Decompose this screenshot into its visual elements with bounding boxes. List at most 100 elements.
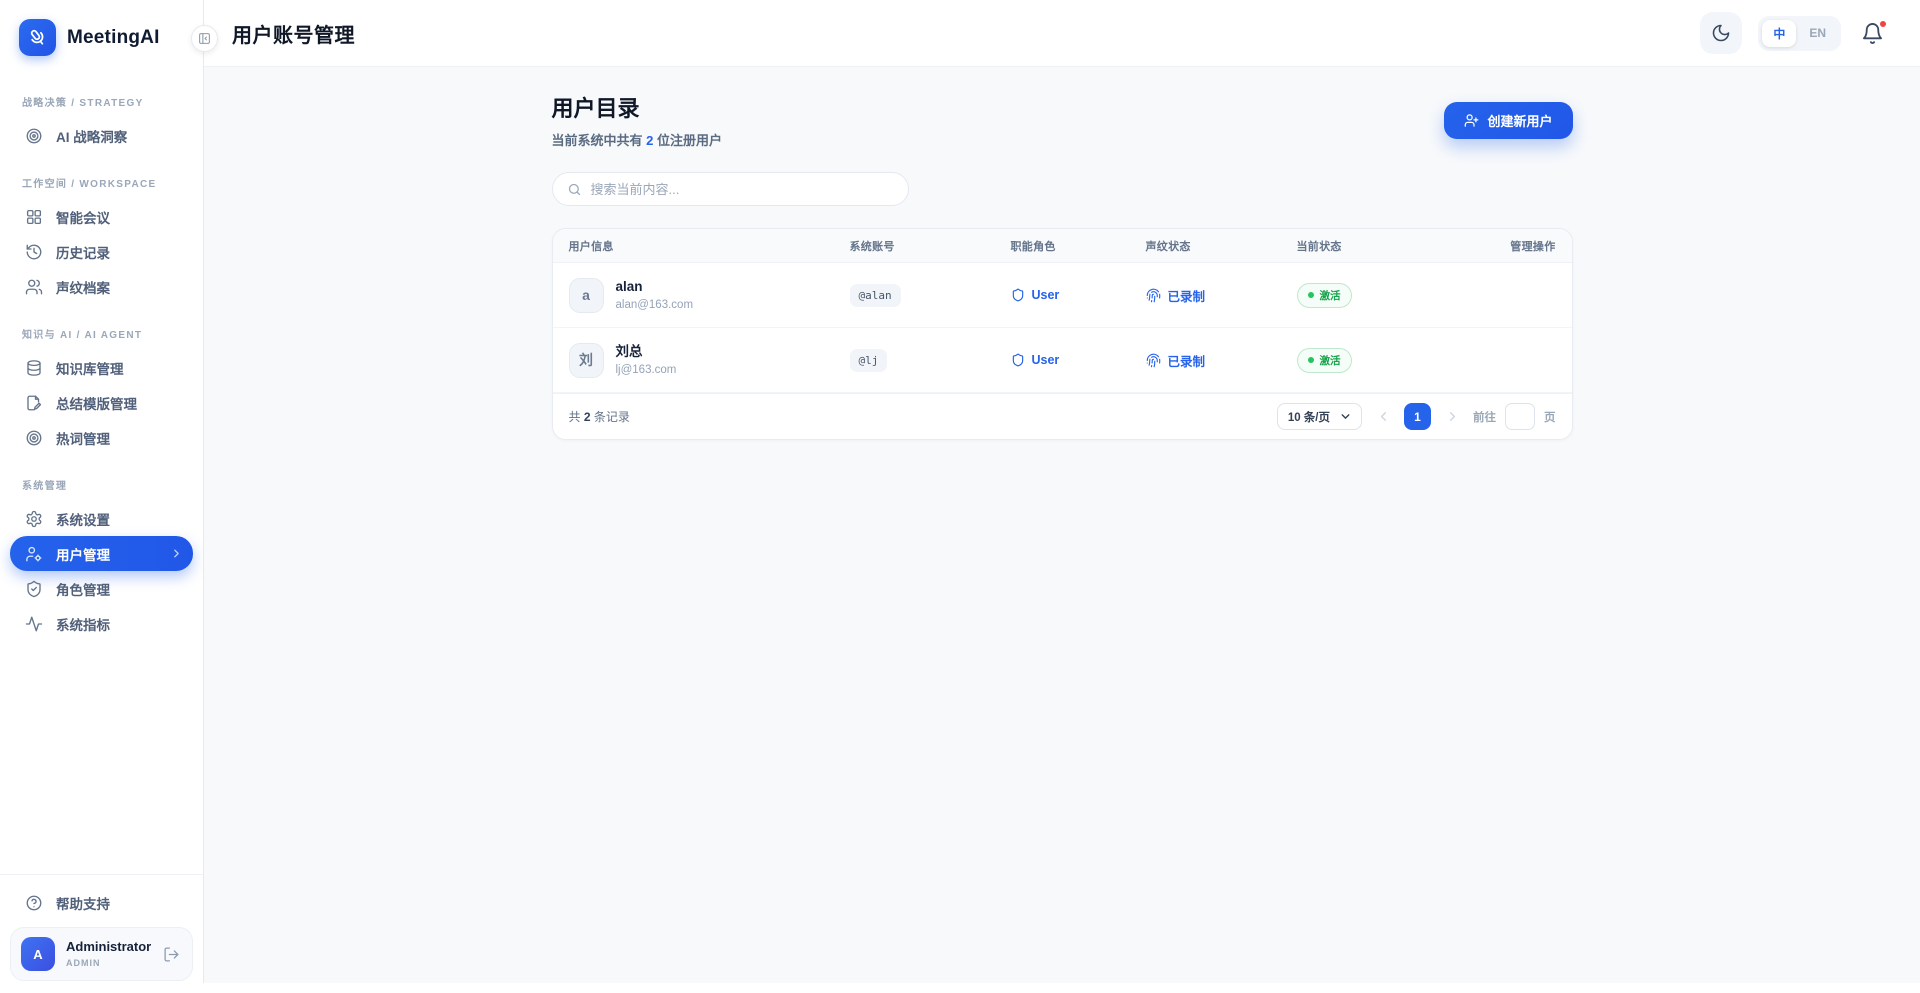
horizontal-scrollbar-track[interactable]	[0, 983, 1920, 993]
total-count: 2	[584, 410, 591, 424]
sidebar-item-ai-strategy[interactable]: AI 战略洞察	[10, 118, 193, 153]
sidebar-item-hotwords[interactable]: 热词管理	[10, 420, 193, 455]
sidebar-item-label: 总结模版管理	[56, 393, 137, 413]
sidebar-item-label: 热词管理	[56, 428, 110, 448]
sidebar-item-smart-meeting[interactable]: 智能会议	[10, 199, 193, 234]
sidebar-item-summary-template[interactable]: 总结模版管理	[10, 385, 193, 420]
table-row[interactable]: 刘 刘总 lj@163.com @lj User	[553, 328, 1572, 393]
page-number-button[interactable]: 1	[1404, 403, 1431, 430]
table-footer: 共 2 条记录 10 条/页 1 前往 页	[553, 393, 1572, 439]
page-title: 用户账号管理	[232, 19, 355, 48]
app-name: MeetingAI	[67, 27, 160, 49]
user-info-cell: a alan alan@163.com	[553, 278, 834, 313]
language-option-en[interactable]: EN	[1798, 21, 1837, 45]
role-cell: User	[995, 288, 1130, 302]
panel-collapse-icon	[198, 32, 211, 45]
app-logo: MeetingAI	[0, 0, 203, 70]
column-header-account: 系统账号	[834, 238, 995, 254]
directory-header: 用户目录 当前系统中共有 2 位注册用户 创建新用户	[552, 91, 1573, 149]
directory-title-block: 用户目录 当前系统中共有 2 位注册用户	[552, 91, 723, 149]
status-cell: 激活	[1281, 283, 1481, 308]
user-name: 刘总	[616, 344, 677, 360]
role-cell: User	[995, 353, 1130, 367]
voice-status-cell: 已录制	[1130, 286, 1281, 305]
search-input[interactable]	[591, 182, 894, 197]
nav-section-strategy: 战略决策 / STRATEGY AI 战略洞察	[10, 94, 193, 153]
goto-page-label: 前往	[1473, 409, 1496, 425]
content-area: 用户目录 当前系统中共有 2 位注册用户 创建新用户	[204, 67, 1920, 993]
sidebar-item-system-metrics[interactable]: 系统指标	[10, 606, 193, 641]
user-name-block: alan alan@163.com	[616, 279, 694, 310]
section-label: 系统管理	[10, 477, 193, 501]
sidebar-item-system-settings[interactable]: 系统设置	[10, 501, 193, 536]
shield-icon	[1011, 288, 1025, 302]
account-cell: @alan	[834, 284, 995, 307]
create-user-button[interactable]: 创建新用户	[1444, 102, 1572, 139]
column-header-role: 职能角色	[995, 238, 1130, 254]
help-support-link[interactable]: 帮助支持	[10, 889, 193, 927]
sidebar-item-role-management[interactable]: 角色管理	[10, 571, 193, 606]
status-label: 激活	[1320, 288, 1341, 303]
chevron-down-icon	[1339, 410, 1352, 423]
account-cell: @lj	[834, 349, 995, 372]
directory-subtitle: 当前系统中共有 2 位注册用户	[552, 130, 723, 149]
subtitle-suffix: 位注册用户	[657, 133, 722, 148]
chevron-right-icon	[170, 547, 183, 560]
next-page-button[interactable]	[1440, 405, 1464, 429]
status-badge: 激活	[1297, 348, 1352, 373]
section-label: 战略决策 / STRATEGY	[10, 94, 193, 118]
fingerprint-icon	[1146, 288, 1161, 303]
sidebar-item-user-management[interactable]: 用户管理	[10, 536, 193, 571]
sidebar-collapse-button[interactable]	[191, 25, 218, 52]
column-header-current-status: 当前状态	[1281, 238, 1481, 254]
column-header-actions: 管理操作	[1481, 238, 1572, 254]
history-icon	[25, 243, 43, 261]
role-label: User	[1032, 288, 1060, 302]
sidebar-item-history[interactable]: 历史记录	[10, 234, 193, 269]
main-area: 用户账号管理 中 EN 用户目录 当前系统中共有 2	[204, 0, 1920, 993]
table-row[interactable]: a alan alan@163.com @alan User	[553, 263, 1572, 328]
sidebar-item-label: 声纹档案	[56, 277, 110, 297]
sidebar-item-voiceprint-archive[interactable]: 声纹档案	[10, 269, 193, 304]
avatar: 刘	[569, 343, 604, 378]
search-icon	[567, 182, 582, 197]
user-name-block: 刘总 lj@163.com	[616, 344, 677, 375]
search-bar	[552, 172, 909, 206]
voice-status-label: 已录制	[1168, 351, 1206, 370]
records-total: 共 2 条记录	[569, 408, 630, 425]
language-option-zh[interactable]: 中	[1762, 20, 1796, 47]
dark-mode-toggle[interactable]	[1700, 12, 1742, 54]
user-name: alan	[616, 279, 694, 295]
language-toggle: 中 EN	[1758, 16, 1841, 51]
voice-status-cell: 已录制	[1130, 351, 1281, 370]
previous-page-button[interactable]	[1371, 405, 1395, 429]
logout-icon[interactable]	[163, 946, 180, 963]
help-circle-icon	[25, 894, 43, 912]
help-support-label: 帮助支持	[56, 893, 110, 913]
header-controls: 中 EN	[1700, 12, 1884, 54]
sidebar-item-label: 角色管理	[56, 579, 110, 599]
sidebar-item-knowledge-base[interactable]: 知识库管理	[10, 350, 193, 385]
target-icon	[25, 429, 43, 447]
user-info-cell: 刘 刘总 lj@163.com	[553, 343, 834, 378]
status-dot-icon	[1308, 357, 1314, 363]
sidebar: MeetingAI 战略决策 / STRATEGY AI 战略洞察 工作空间 /…	[0, 0, 204, 993]
fingerprint-icon	[1146, 353, 1161, 368]
sidebar-item-label: 系统指标	[56, 614, 110, 634]
subtitle-prefix: 当前系统中共有	[552, 133, 643, 148]
status-dot-icon	[1308, 292, 1314, 298]
sidebar-item-label: 历史记录	[56, 242, 110, 262]
table-header-row: 用户信息 系统账号 职能角色 声纹状态 当前状态 管理操作	[553, 229, 1572, 263]
current-user-card[interactable]: A Administrator ADMIN	[10, 927, 193, 981]
goto-page-input[interactable]	[1505, 403, 1535, 430]
notifications-button[interactable]	[1861, 22, 1884, 45]
top-header: 用户账号管理 中 EN	[204, 0, 1920, 67]
sidebar-item-label: 知识库管理	[56, 358, 124, 378]
total-prefix: 共	[569, 410, 581, 424]
page-size-select[interactable]: 10 条/页	[1277, 403, 1362, 430]
user-name: Administrator	[66, 940, 152, 955]
shield-icon	[1011, 353, 1025, 367]
avatar: A	[21, 937, 55, 971]
account-handle: @alan	[850, 284, 901, 307]
total-suffix: 条记录	[594, 410, 630, 424]
